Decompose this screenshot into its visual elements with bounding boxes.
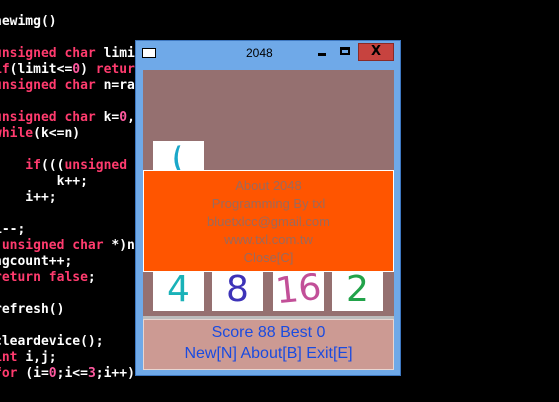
about-author: Programming By txl (211, 196, 326, 211)
code-line: hewimg() (0, 14, 57, 30)
code-line: cleardevice(); (0, 334, 104, 350)
client-area: ( 4 8 16 2 About 2048 Programming By txl… (143, 70, 394, 370)
code-token: refresh() (0, 302, 65, 317)
code-token: (limit<= (9, 62, 73, 77)
code-token: 0 (119, 110, 128, 125)
window-title: 2048 (246, 46, 273, 60)
code-token: ) (80, 62, 96, 77)
code-line: ngcount++; (0, 254, 72, 270)
app-window-icon (142, 48, 156, 58)
code-line: refresh() (0, 302, 64, 318)
code-token: *)n (111, 238, 135, 253)
code-token: if (0, 62, 10, 77)
code-token: k++; (0, 174, 88, 189)
code-token: int (0, 350, 18, 365)
code-line: unsigned char k=0,i (0, 110, 143, 126)
code-token: i++; (0, 190, 57, 205)
code-line: while(k<=n) (0, 126, 80, 142)
code-token: ; (87, 270, 96, 285)
code-token: 3 (87, 366, 96, 381)
about-email: bluetxlcc@gmail.com (206, 214, 330, 229)
code-token: ;i<= (56, 366, 88, 381)
code-token: hewimg() (0, 14, 57, 29)
about-website: www.txl.com.tw (224, 232, 313, 247)
tile: 16 (273, 269, 324, 311)
game-board: ( 4 8 16 2 About 2048 Programming By txl… (143, 70, 394, 316)
menu-options[interactable]: New[N] About[B] Exit[E] (144, 344, 393, 364)
code-token: ;i++) (95, 366, 135, 381)
code-token: ((( (40, 158, 65, 173)
tile-value: 2 (346, 269, 369, 310)
code-token: (i= (25, 366, 49, 381)
code-token: 0 (72, 62, 81, 77)
tile: 2 (332, 269, 383, 311)
tile-value: 16 (273, 269, 324, 311)
maximize-button[interactable] (334, 43, 356, 61)
code-line: (unsigned char *)n (0, 238, 135, 254)
code-token: cleardevice(); (0, 334, 104, 349)
about-title: About 2048 (235, 178, 302, 193)
about-dialog: About 2048 Programming By txl bluetxlcc@… (143, 170, 394, 272)
code-line: unsigned char limit (0, 46, 143, 62)
close-icon: X (370, 44, 382, 59)
code-line: int i,j; (0, 350, 57, 366)
tile-value: 4 (167, 269, 190, 310)
code-token: unsigned char (0, 46, 104, 61)
about-close-option[interactable]: Close[C] (144, 249, 393, 267)
code-line: if(((unsigned c (0, 158, 143, 174)
code-token: while (0, 126, 34, 141)
code-line: i--; (0, 222, 25, 238)
title-bar[interactable]: 2048 X (136, 41, 400, 66)
code-line: k++; (0, 174, 88, 190)
minimize-button[interactable] (312, 43, 332, 61)
code-token: k= (103, 110, 120, 125)
code-token: 0 (48, 366, 57, 381)
code-line: i++; (0, 190, 57, 206)
close-button[interactable]: X (358, 43, 394, 61)
code-token: unsigned char (1, 238, 112, 253)
code-token: unsigned c (64, 158, 143, 173)
tile: 8 (212, 269, 263, 311)
code-token: i--; (0, 222, 26, 237)
tile-value: 8 (226, 269, 249, 310)
code-token: unsigned char (0, 110, 104, 125)
code-line: return false; (0, 270, 96, 286)
game-window[interactable]: 2048 X ( 4 8 16 2 About 2048 Programming… (135, 40, 401, 376)
code-token: retur (95, 62, 135, 77)
code-token: i,j; (25, 350, 57, 365)
tile: 4 (153, 269, 204, 311)
code-token: unsigned char (0, 78, 104, 93)
code-token: for (0, 366, 18, 381)
code-line: unsigned char n=ran (0, 78, 143, 94)
code-token: return false (0, 270, 88, 285)
code-token: (k<=n) (33, 126, 81, 141)
status-panel: Score 88 Best 0 New[N] About[B] Exit[E] (143, 319, 394, 370)
code-token: ngcount++; (0, 254, 73, 269)
code-line: if(limit<=0) retur (0, 62, 135, 78)
code-line: for (i=0;i<=3;i++) (0, 366, 135, 382)
code-token: if (25, 158, 41, 173)
score-line: Score 88 Best 0 (211, 324, 326, 341)
